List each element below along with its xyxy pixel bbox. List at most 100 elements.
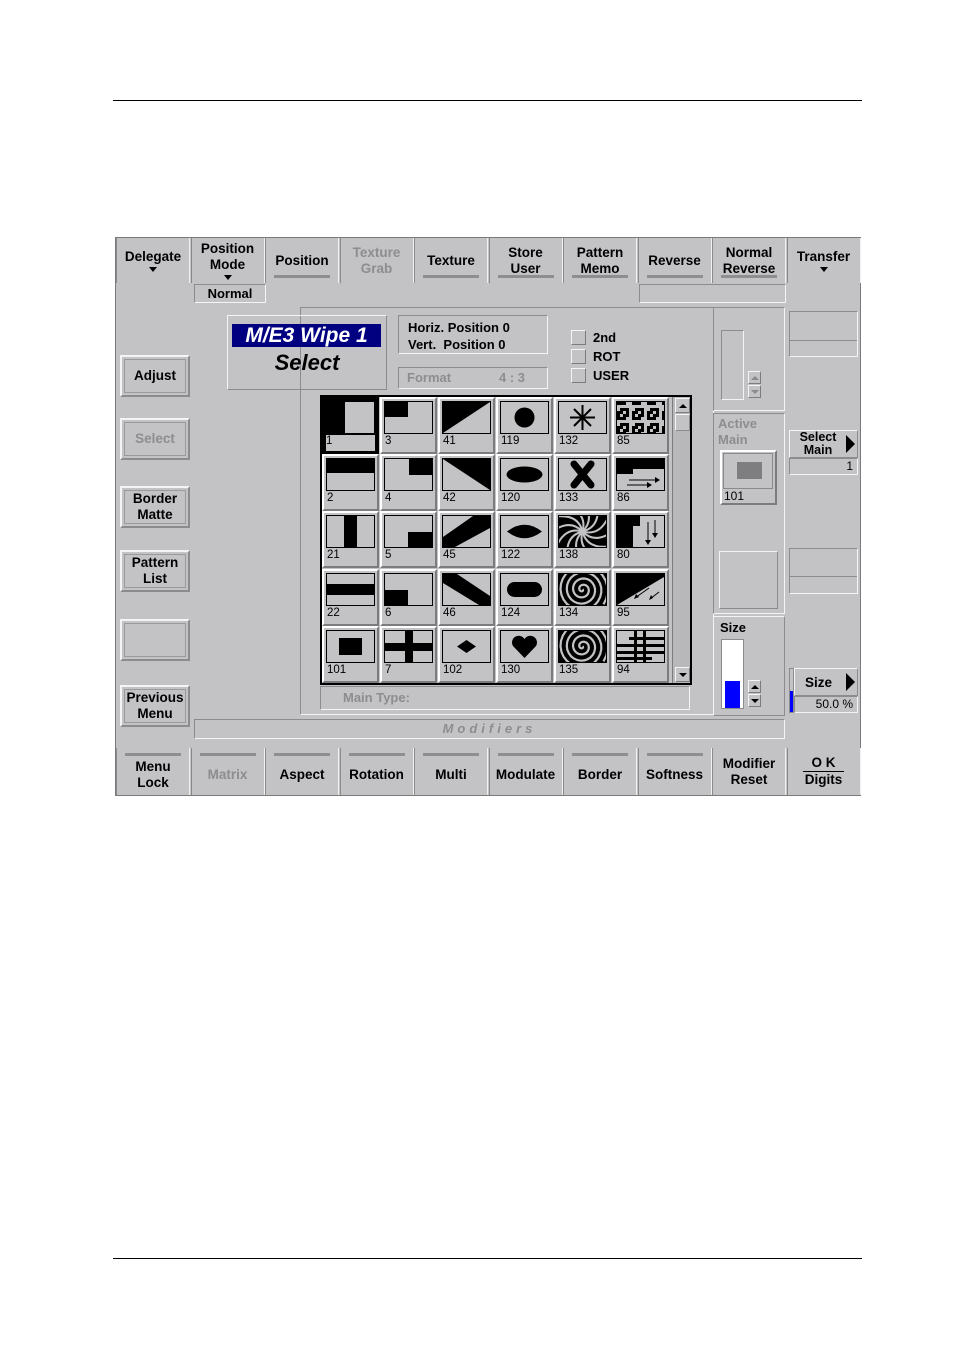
arrow-up-icon	[750, 375, 759, 380]
scroll-thumb[interactable]	[675, 414, 690, 431]
pattern-41[interactable]: 41	[438, 397, 495, 454]
dropdown-arrow-icon	[149, 267, 157, 272]
arrow-right-icon	[846, 435, 855, 453]
pattern-94[interactable]: 94	[612, 625, 669, 683]
pattern-5[interactable]: 5	[380, 511, 437, 569]
pattern-102[interactable]: 102	[438, 625, 495, 683]
bottom-button-sublabel: Digits	[804, 772, 843, 787]
side-button-previous-menu[interactable]: Previous Menu	[120, 685, 190, 727]
bottom-button-rotation[interactable]: Rotation	[339, 748, 414, 795]
upper-level-down-button[interactable]	[748, 385, 761, 398]
pattern-101[interactable]: 101	[322, 625, 379, 683]
pattern-1[interactable]: 1	[322, 397, 379, 454]
toolbar-button-texture[interactable]: Texture	[414, 238, 488, 283]
toolbar-button-transfer[interactable]: Transfer	[786, 238, 861, 283]
pattern-132[interactable]: 132	[554, 397, 611, 454]
pattern-120[interactable]: 120	[496, 454, 553, 512]
side-button-label: Select	[135, 431, 175, 446]
pattern-85[interactable]: 85	[612, 397, 669, 454]
toolbar-button-normal-reverse[interactable]: Normal Reverse	[712, 238, 786, 283]
size-button[interactable]: Size	[794, 668, 858, 696]
pattern-133[interactable]: 133	[554, 454, 611, 512]
pattern-number: 85	[617, 435, 630, 447]
size-down-button[interactable]	[748, 694, 761, 707]
side-button-pattern-list[interactable]: Pattern List	[120, 550, 190, 592]
checkbox-2nd[interactable]	[571, 330, 586, 345]
bottom-button-modifier-reset[interactable]: Modifier Reset	[712, 748, 786, 795]
toolbar-button-position-mode[interactable]: Position Mode	[190, 238, 265, 283]
size-value: 50.0 %	[794, 696, 858, 713]
pattern-grid-scrollbar[interactable]	[672, 397, 690, 683]
pattern-number: 21	[327, 549, 340, 562]
pattern-number: 130	[501, 663, 521, 676]
toolbar-button-delegate[interactable]: Delegate	[116, 238, 190, 283]
bottom-button-softness[interactable]: Softness	[637, 748, 712, 795]
bottom-button-multi[interactable]: Multi	[414, 748, 488, 795]
size-level-bar[interactable]	[721, 639, 744, 709]
size-up-button[interactable]	[748, 680, 761, 693]
bottom-left-box-pattern-icon	[384, 572, 433, 606]
position-mode-value: Normal	[194, 284, 266, 303]
bottom-button-matrix[interactable]: Matrix	[190, 748, 265, 795]
side-button-select[interactable]: Select	[120, 418, 190, 460]
toolbar-button-store-user[interactable]: Store User	[488, 238, 563, 283]
toolbar-button-label: Pattern	[576, 244, 624, 260]
bottom-button-menu-lock[interactable]: Menu Lock	[116, 748, 190, 795]
size-control-panel: Size	[713, 616, 785, 716]
scroll-up-button[interactable]	[675, 398, 690, 413]
star-pattern-icon	[558, 401, 607, 434]
bottom-button-label: Rotation	[349, 766, 404, 782]
pattern-6[interactable]: 6	[380, 568, 437, 626]
pattern-135[interactable]: 135	[554, 625, 611, 683]
pattern-80[interactable]: 80	[612, 511, 669, 569]
select-main-control[interactable]: Select Main 1	[789, 430, 858, 476]
checkbox-user[interactable]	[571, 368, 586, 383]
pattern-4[interactable]: 4	[380, 454, 437, 512]
size-value-mini-fill	[790, 690, 793, 712]
bottom-button-aspect[interactable]: Aspect	[265, 748, 339, 795]
ellipse-pattern-icon	[500, 458, 549, 492]
pattern-45[interactable]: 45	[438, 511, 495, 569]
active-main-pattern[interactable]: 101	[720, 450, 777, 505]
side-button-label: Adjust	[134, 368, 176, 383]
pattern-119[interactable]: 119	[496, 397, 553, 454]
pattern-95[interactable]: 95	[612, 568, 669, 626]
pattern-122[interactable]: 122	[496, 511, 553, 569]
checkbox-rot[interactable]	[571, 349, 586, 364]
scroll-down-button[interactable]	[675, 667, 690, 682]
pattern-3[interactable]: 3	[380, 397, 437, 454]
toolbar-button-pattern-memo[interactable]: Pattern Memo	[563, 238, 637, 283]
size-value-control[interactable]: Size 50.0 %	[789, 668, 858, 714]
toolbar-button-position[interactable]: Position	[265, 238, 339, 283]
upper-level-up-button[interactable]	[748, 371, 761, 384]
bottom-button-modulate[interactable]: Modulate	[488, 748, 563, 795]
pattern-7[interactable]: 7	[380, 625, 437, 683]
bottom-button-label: Softness	[645, 766, 703, 782]
pattern-number: 5	[385, 549, 392, 562]
side-button-adjust[interactable]: Adjust	[120, 355, 190, 397]
pattern-number: 132	[559, 435, 579, 447]
pattern-46[interactable]: 46	[438, 568, 495, 626]
pattern-134[interactable]: 134	[554, 568, 611, 626]
pattern-138[interactable]: 138	[554, 511, 611, 569]
pattern-21[interactable]: 21	[322, 511, 379, 569]
pattern-2[interactable]: 2	[322, 454, 379, 512]
pattern-130[interactable]: 130	[496, 625, 553, 683]
bottom-button-o-k[interactable]: O K Digits	[786, 748, 861, 795]
pattern-42[interactable]: 42	[438, 454, 495, 512]
horizontal-top-pattern-icon	[326, 458, 375, 492]
pattern-86[interactable]: 86	[612, 454, 669, 512]
arrow-down-icon	[750, 389, 759, 394]
side-button-border-matte[interactable]: Border Matte	[120, 486, 190, 528]
format-value: 4 : 3	[499, 370, 526, 385]
side-button-empty[interactable]	[120, 619, 190, 661]
bottom-button-border[interactable]: Border	[563, 748, 637, 795]
active-main-thumb-box	[737, 462, 762, 479]
toolbar-button-reverse[interactable]: Reverse	[637, 238, 712, 283]
pattern-22[interactable]: 22	[322, 568, 379, 626]
pattern-124[interactable]: 124	[496, 568, 553, 626]
toolbar-button-texture-grab[interactable]: Texture Grab	[339, 238, 414, 283]
toolbar-button-label: Texture	[427, 252, 475, 268]
select-main-button[interactable]: Select Main	[789, 430, 858, 458]
toolbar-button-label: Grab	[360, 260, 393, 276]
